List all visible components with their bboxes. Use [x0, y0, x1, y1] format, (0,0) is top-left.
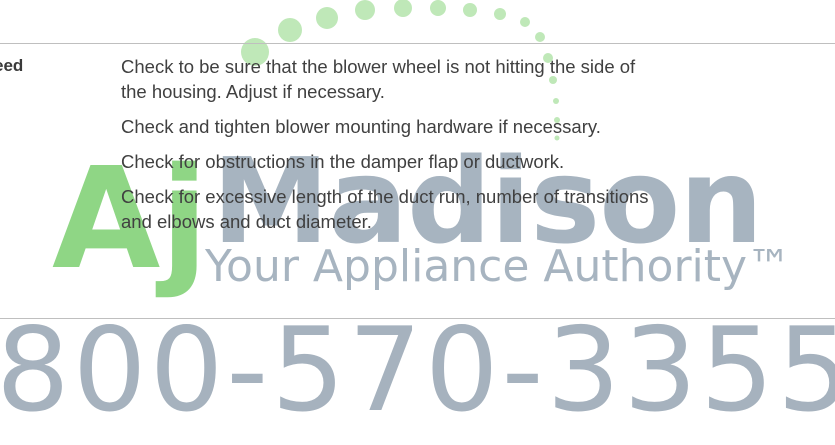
step-item: Check to be sure that the blower wheel i… — [121, 54, 835, 104]
step-item: Check for obstructions in the damper fla… — [121, 149, 835, 174]
watermark-dot — [494, 8, 506, 20]
watermark-dot — [520, 17, 530, 27]
table-divider-bottom — [0, 318, 835, 319]
watermark-dot — [355, 0, 375, 20]
watermark-dot — [394, 0, 412, 17]
watermark-tagline: Your Appliance Authority™ — [205, 241, 792, 292]
step-line: Check to be sure that the blower wheel i… — [121, 56, 636, 77]
step-line: Check and tighten blower mounting hardwa… — [121, 116, 601, 137]
table-divider-top — [0, 43, 835, 44]
step-line: Check for excessive length of the duct r… — [121, 186, 649, 207]
watermark-dot — [278, 18, 302, 42]
step-line: the housing. Adjust if necessary. — [121, 81, 385, 102]
watermark-dot — [535, 32, 545, 42]
step-item: Check and tighten blower mounting hardwa… — [121, 114, 835, 139]
watermark-dot — [463, 3, 477, 17]
step-line: and elbows and duct diameter. — [121, 211, 372, 232]
step-item: Check for excessive length of the duct r… — [121, 184, 835, 234]
step-line: Check for obstructions in the damper fla… — [121, 151, 565, 172]
steps-list: Check to be sure that the blower wheel i… — [121, 54, 835, 244]
problem-label: eed — [0, 56, 24, 75]
watermark-dot — [430, 0, 446, 16]
watermark-phone: 800-570-3355 — [0, 303, 835, 438]
watermark-dot — [316, 7, 338, 29]
